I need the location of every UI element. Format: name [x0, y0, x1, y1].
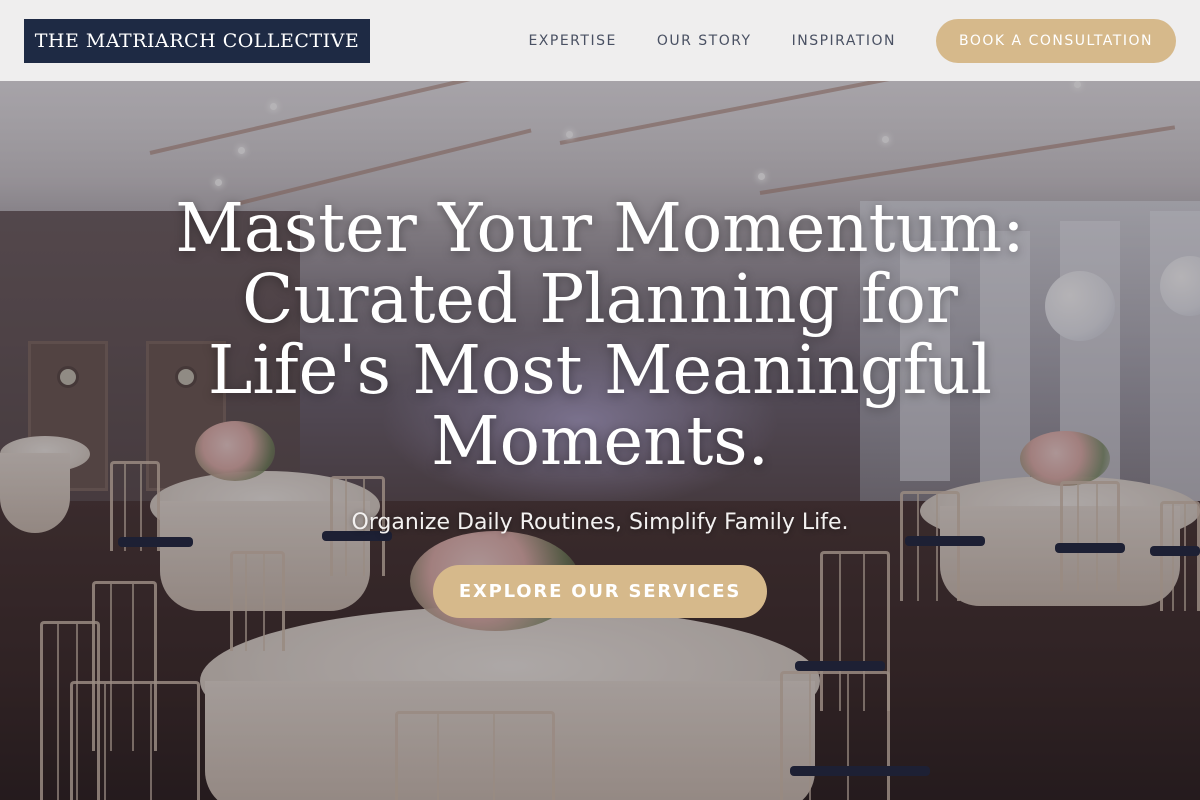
site-header: THE MATRIARCH COLLECTIVE EXPERTISE OUR S… — [0, 0, 1200, 81]
brand-logo[interactable]: THE MATRIARCH COLLECTIVE — [24, 18, 370, 63]
nav-link-our-story[interactable]: OUR STORY — [657, 33, 752, 49]
hero-headline: Master Your Momentum: Curated Planning f… — [175, 189, 1025, 480]
landing-page: THE MATRIARCH COLLECTIVE EXPERTISE OUR S… — [0, 0, 1200, 800]
nav-link-expertise[interactable]: EXPERTISE — [528, 33, 616, 49]
hero-section: Master Your Momentum: Curated Planning f… — [0, 81, 1200, 800]
book-consultation-button[interactable]: BOOK A CONSULTATION — [936, 18, 1176, 63]
main-nav: EXPERTISE OUR STORY INSPIRATION BOOK A C… — [528, 18, 1176, 63]
hero-subheadline: Organize Daily Routines, Simplify Family… — [351, 510, 849, 535]
explore-services-button[interactable]: EXPLORE OUR SERVICES — [433, 565, 767, 618]
nav-link-inspiration[interactable]: INSPIRATION — [792, 33, 896, 49]
